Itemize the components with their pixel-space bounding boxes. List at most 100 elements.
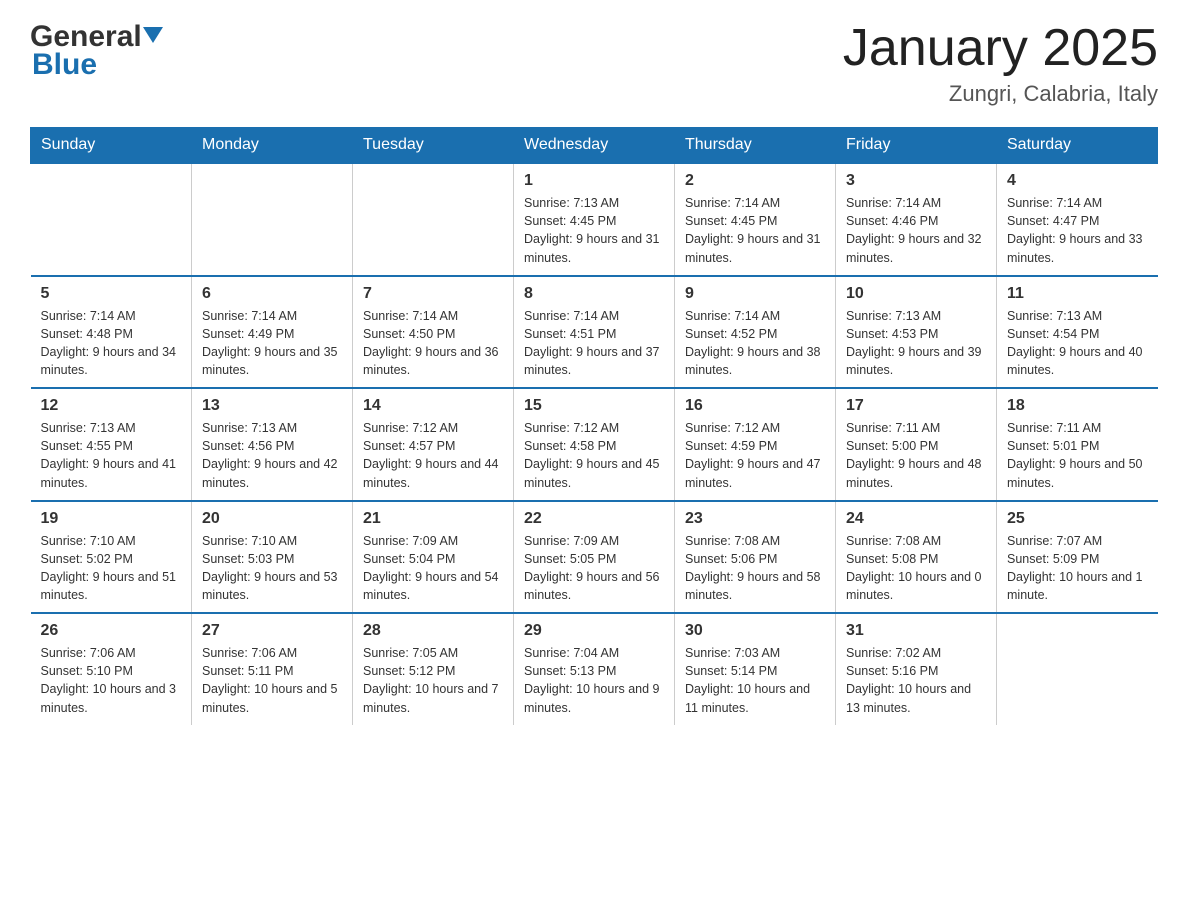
day-info: Sunrise: 7:14 AMSunset: 4:51 PMDaylight:… <box>524 307 664 380</box>
day-info: Sunrise: 7:07 AMSunset: 5:09 PMDaylight:… <box>1007 532 1148 605</box>
day-info: Sunrise: 7:13 AMSunset: 4:53 PMDaylight:… <box>846 307 986 380</box>
calendar-cell: 18Sunrise: 7:11 AMSunset: 5:01 PMDayligh… <box>997 388 1158 501</box>
day-number: 17 <box>846 397 986 415</box>
day-number: 26 <box>41 622 182 640</box>
day-info: Sunrise: 7:14 AMSunset: 4:48 PMDaylight:… <box>41 307 182 380</box>
calendar-cell: 30Sunrise: 7:03 AMSunset: 5:14 PMDayligh… <box>675 613 836 725</box>
day-number: 13 <box>202 397 342 415</box>
weekday-header-tuesday: Tuesday <box>353 128 514 164</box>
calendar-cell: 17 Sunrise: 7:11 AMSunset: 5:00 PMDayligh… <box>836 388 997 501</box>
calendar-cell: 22Sunrise: 7:09 AMSunset: 5:05 PMDayligh… <box>514 501 675 614</box>
calendar-cell: 15 Sunrise: 7:12 AMSunset: 4:58 PMDayligh… <box>514 388 675 501</box>
day-number: 4 <box>1007 172 1148 190</box>
calendar-cell: 29 Sunrise: 7:04 AMSunset: 5:13 PMDayligh… <box>514 613 675 725</box>
day-info: Sunrise: 7:14 AMSunset: 4:52 PMDaylight:… <box>685 307 825 380</box>
day-number: 21 <box>363 510 503 528</box>
day-info: Sunrise: 7:04 AMSunset: 5:13 PMDaylight:… <box>524 644 664 717</box>
day-number: 28 <box>363 622 503 640</box>
page-header: General Blue January 2025 Zungri, Calabr… <box>30 20 1158 107</box>
calendar-body: 1 Sunrise: 7:13 AMSunset: 4:45 PMDaylight… <box>31 163 1158 725</box>
calendar-cell: 24 Sunrise: 7:08 AMSunset: 5:08 PMDayligh… <box>836 501 997 614</box>
calendar-cell: 19 Sunrise: 7:10 AMSunset: 5:02 PMDayligh… <box>31 501 192 614</box>
day-number: 24 <box>846 510 986 528</box>
day-info: Sunrise: 7:08 AMSunset: 5:08 PMDaylight:… <box>846 532 986 605</box>
day-info: Sunrise: 7:12 AMSunset: 4:58 PMDaylight:… <box>524 419 664 492</box>
day-number: 29 <box>524 622 664 640</box>
day-info: Sunrise: 7:10 AMSunset: 5:03 PMDaylight:… <box>202 532 342 605</box>
weekday-header-saturday: Saturday <box>997 128 1158 164</box>
title-block: January 2025 Zungri, Calabria, Italy <box>843 20 1158 107</box>
calendar-week-1: 1 Sunrise: 7:13 AMSunset: 4:45 PMDaylight… <box>31 163 1158 276</box>
calendar-week-2: 5 Sunrise: 7:14 AMSunset: 4:48 PMDaylight… <box>31 276 1158 389</box>
day-info: Sunrise: 7:06 AMSunset: 5:11 PMDaylight:… <box>202 644 342 717</box>
calendar-cell: 20 Sunrise: 7:10 AMSunset: 5:03 PMDayligh… <box>192 501 353 614</box>
day-info: Sunrise: 7:13 AMSunset: 4:45 PMDaylight:… <box>524 194 664 267</box>
day-number: 11 <box>1007 285 1148 303</box>
day-number: 12 <box>41 397 182 415</box>
day-number: 15 <box>524 397 664 415</box>
day-number: 20 <box>202 510 342 528</box>
calendar-cell: 9 Sunrise: 7:14 AMSunset: 4:52 PMDaylight… <box>675 276 836 389</box>
day-number: 27 <box>202 622 342 640</box>
calendar-cell: 16 Sunrise: 7:12 AMSunset: 4:59 PMDayligh… <box>675 388 836 501</box>
day-number: 23 <box>685 510 825 528</box>
day-number: 8 <box>524 285 664 303</box>
calendar-cell: 2 Sunrise: 7:14 AMSunset: 4:45 PMDaylight… <box>675 163 836 276</box>
day-number: 1 <box>524 172 664 190</box>
day-info: Sunrise: 7:05 AMSunset: 5:12 PMDaylight:… <box>363 644 503 717</box>
calendar-cell: 27 Sunrise: 7:06 AMSunset: 5:11 PMDayligh… <box>192 613 353 725</box>
calendar-week-4: 19 Sunrise: 7:10 AMSunset: 5:02 PMDayligh… <box>31 501 1158 614</box>
calendar-cell: 10Sunrise: 7:13 AMSunset: 4:53 PMDayligh… <box>836 276 997 389</box>
calendar-cell: 21 Sunrise: 7:09 AMSunset: 5:04 PMDayligh… <box>353 501 514 614</box>
calendar-cell: 26Sunrise: 7:06 AMSunset: 5:10 PMDayligh… <box>31 613 192 725</box>
day-number: 9 <box>685 285 825 303</box>
calendar-cell: 6 Sunrise: 7:14 AMSunset: 4:49 PMDaylight… <box>192 276 353 389</box>
calendar-header: SundayMondayTuesdayWednesdayThursdayFrid… <box>31 128 1158 164</box>
weekday-header-sunday: Sunday <box>31 128 192 164</box>
calendar-cell: 23Sunrise: 7:08 AMSunset: 5:06 PMDayligh… <box>675 501 836 614</box>
weekday-header-monday: Monday <box>192 128 353 164</box>
day-info: Sunrise: 7:10 AMSunset: 5:02 PMDaylight:… <box>41 532 182 605</box>
day-number: 2 <box>685 172 825 190</box>
day-info: Sunrise: 7:13 AMSunset: 4:56 PMDaylight:… <box>202 419 342 492</box>
logo-blue-text: Blue <box>32 48 165 82</box>
calendar-cell: 13 Sunrise: 7:13 AMSunset: 4:56 PMDayligh… <box>192 388 353 501</box>
calendar-cell: 5 Sunrise: 7:14 AMSunset: 4:48 PMDaylight… <box>31 276 192 389</box>
calendar-cell <box>353 163 514 276</box>
day-info: Sunrise: 7:13 AMSunset: 4:55 PMDaylight:… <box>41 419 182 492</box>
day-info: Sunrise: 7:12 AMSunset: 4:59 PMDaylight:… <box>685 419 825 492</box>
day-info: Sunrise: 7:09 AMSunset: 5:05 PMDaylight:… <box>524 532 664 605</box>
day-number: 16 <box>685 397 825 415</box>
calendar-cell <box>192 163 353 276</box>
day-info: Sunrise: 7:11 AMSunset: 5:00 PMDaylight:… <box>846 419 986 492</box>
calendar-cell: 25Sunrise: 7:07 AMSunset: 5:09 PMDayligh… <box>997 501 1158 614</box>
day-info: Sunrise: 7:03 AMSunset: 5:14 PMDaylight:… <box>685 644 825 717</box>
calendar-table: SundayMondayTuesdayWednesdayThursdayFrid… <box>30 127 1158 725</box>
calendar-week-5: 26Sunrise: 7:06 AMSunset: 5:10 PMDayligh… <box>31 613 1158 725</box>
day-info: Sunrise: 7:14 AMSunset: 4:46 PMDaylight:… <box>846 194 986 267</box>
location: Zungri, Calabria, Italy <box>843 81 1158 107</box>
calendar-cell: 12 Sunrise: 7:13 AMSunset: 4:55 PMDayligh… <box>31 388 192 501</box>
weekday-header-row: SundayMondayTuesdayWednesdayThursdayFrid… <box>31 128 1158 164</box>
calendar-cell: 11Sunrise: 7:13 AMSunset: 4:54 PMDayligh… <box>997 276 1158 389</box>
day-number: 6 <box>202 285 342 303</box>
calendar-cell: 3Sunrise: 7:14 AMSunset: 4:46 PMDaylight… <box>836 163 997 276</box>
day-info: Sunrise: 7:14 AMSunset: 4:50 PMDaylight:… <box>363 307 503 380</box>
day-number: 19 <box>41 510 182 528</box>
day-info: Sunrise: 7:14 AMSunset: 4:49 PMDaylight:… <box>202 307 342 380</box>
calendar-cell: 1 Sunrise: 7:13 AMSunset: 4:45 PMDaylight… <box>514 163 675 276</box>
calendar-cell: 31Sunrise: 7:02 AMSunset: 5:16 PMDayligh… <box>836 613 997 725</box>
logo: General Blue <box>30 20 165 82</box>
weekday-header-thursday: Thursday <box>675 128 836 164</box>
day-info: Sunrise: 7:14 AMSunset: 4:47 PMDaylight:… <box>1007 194 1148 267</box>
day-number: 5 <box>41 285 182 303</box>
calendar-cell: 7 Sunrise: 7:14 AMSunset: 4:50 PMDaylight… <box>353 276 514 389</box>
day-number: 7 <box>363 285 503 303</box>
calendar-cell: 8 Sunrise: 7:14 AMSunset: 4:51 PMDaylight… <box>514 276 675 389</box>
day-info: Sunrise: 7:12 AMSunset: 4:57 PMDaylight:… <box>363 419 503 492</box>
day-info: Sunrise: 7:09 AMSunset: 5:04 PMDaylight:… <box>363 532 503 605</box>
calendar-cell: 28 Sunrise: 7:05 AMSunset: 5:12 PMDayligh… <box>353 613 514 725</box>
calendar-cell <box>997 613 1158 725</box>
day-info: Sunrise: 7:14 AMSunset: 4:45 PMDaylight:… <box>685 194 825 267</box>
month-title: January 2025 <box>843 20 1158 77</box>
